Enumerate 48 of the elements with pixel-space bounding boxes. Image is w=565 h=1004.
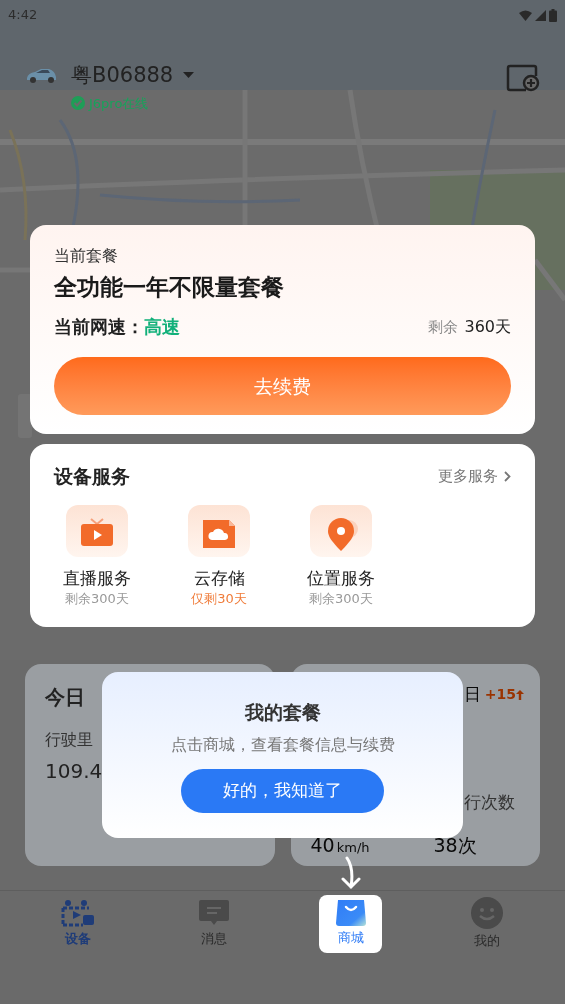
shopping-bag-icon [335, 900, 366, 927]
add-device-icon[interactable] [506, 64, 540, 92]
trip-count: 38次 [433, 833, 477, 858]
service-remaining: 剩余300天 [309, 589, 373, 608]
arrow-up-icon [516, 689, 524, 700]
service-name[interactable]: 位置服务 [307, 566, 375, 589]
car-icon [25, 67, 57, 84]
section-title: 设备服务 [54, 464, 130, 489]
device-status: J6pro在线 [89, 94, 149, 113]
nav-tab[interactable]: 我的 [455, 895, 519, 953]
tip-text: 点击商城，查看套餐信息与续费 [170, 733, 395, 756]
tip-title: 我的套餐 [244, 700, 321, 725]
service-name[interactable]: 直播服务 [63, 566, 131, 589]
smiley-icon [470, 897, 503, 930]
service-remaining: 仅剩30天 [191, 589, 247, 608]
stats-value: 109.4 [45, 758, 103, 785]
plan-name: 全功能一年不限量套餐 [54, 273, 285, 302]
signal-icon [535, 9, 546, 21]
vehicle-plate[interactable]: 粤B06888 [71, 60, 174, 92]
nav-tab[interactable]: 消息 [182, 895, 246, 953]
tv-play-icon [66, 504, 128, 557]
remaining-days: 360天 [464, 314, 511, 339]
nav-tab[interactable]: 商城 [319, 895, 383, 953]
stats-label: 行次数 [464, 790, 515, 814]
speed-value: 高速 [144, 315, 180, 339]
service-name[interactable]: 云存储 [193, 566, 245, 589]
service-remaining: 剩余300天 [65, 589, 129, 608]
speed-label: 当前网速： [54, 315, 144, 339]
location-pin-icon [310, 504, 372, 557]
stats-label: 行驶里 [45, 729, 93, 751]
remaining-label: 剩余 [428, 316, 459, 338]
more-services-link[interactable]: 更多服务 [438, 465, 498, 488]
cloud-file-icon [188, 504, 250, 557]
change-value: +15 [484, 685, 516, 705]
arrow-down-icon [339, 856, 363, 890]
renew-button[interactable]: 去续费 [54, 357, 511, 415]
got-it-button[interactable]: 好的，我知道了 [181, 768, 384, 813]
speed-unit: km/h [336, 839, 370, 857]
stats-title: 日 [463, 683, 481, 706]
speed-value: 40 [310, 833, 335, 858]
wifi-icon [519, 9, 532, 21]
status-time: 4:42 [8, 6, 38, 25]
camera-icon [61, 899, 96, 928]
battery-icon [549, 8, 557, 22]
caret-icon[interactable] [183, 72, 195, 80]
stats-title: 今日 [45, 684, 85, 711]
chevron-right-icon [504, 470, 511, 482]
plan-label: 当前套餐 [54, 245, 119, 267]
